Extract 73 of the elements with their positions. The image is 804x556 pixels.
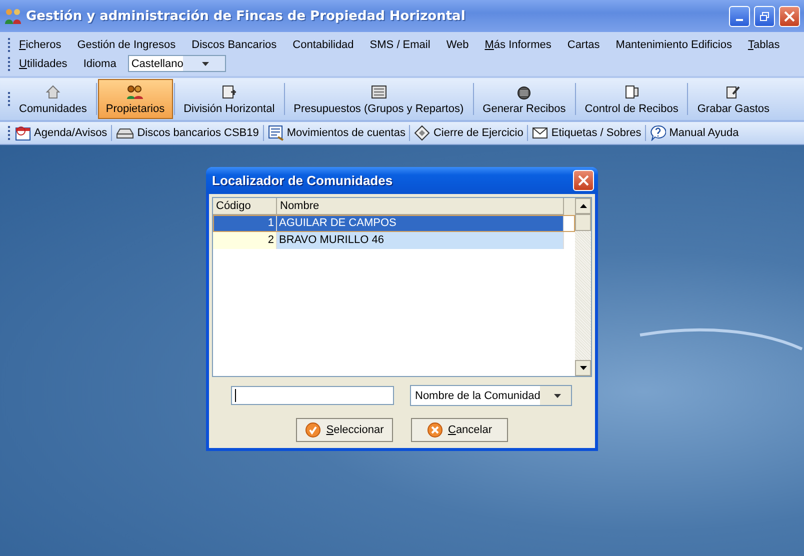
toolbar-button[interactable]: Control de Recibos xyxy=(576,79,686,119)
search-field[interactable] xyxy=(231,386,394,405)
toolbar-button[interactable]: Grabar Gastos xyxy=(689,79,778,119)
calendar-icon xyxy=(15,125,31,141)
toolbar-link[interactable]: Manual Ayuda xyxy=(646,123,743,143)
table-cell: 2 xyxy=(213,232,277,249)
grip-icon[interactable] xyxy=(8,56,11,72)
menu-item[interactable]: Contabilidad xyxy=(284,38,362,50)
menu-item[interactable]: Gestión de Ingresos xyxy=(69,38,184,50)
house-icon xyxy=(44,84,61,100)
toolbar-button[interactable]: Propietarios xyxy=(98,79,173,119)
minimize-button[interactable] xyxy=(729,6,750,26)
close-icon xyxy=(578,175,589,186)
menu-item[interactable]: Ficheros xyxy=(11,38,70,50)
select-button[interactable]: Seleccionar xyxy=(296,418,393,442)
close-icon xyxy=(784,10,795,22)
menu-item[interactable]: SMS / Email xyxy=(362,38,438,50)
restore-icon xyxy=(759,10,770,22)
toolbar-button[interactable]: Generar Recibos xyxy=(474,79,574,119)
pencil-icon xyxy=(725,84,742,100)
menu-item[interactable]: Discos Bancarios xyxy=(184,38,285,50)
app-logo-icon xyxy=(4,7,22,25)
restore-button[interactable] xyxy=(754,6,775,26)
grip-icon[interactable] xyxy=(8,91,11,107)
dropdown-arrow-icon xyxy=(554,394,562,398)
check-icon xyxy=(305,422,322,438)
drive-icon xyxy=(116,127,134,139)
text-cursor-icon xyxy=(235,389,236,402)
toolbar-link[interactable]: Etiquetas / Sobres xyxy=(528,123,646,143)
table-cell: BRAVO MURILLO 46 xyxy=(277,232,564,249)
toolbar-link[interactable]: Movimientos de cuentas xyxy=(264,123,410,143)
dialog-title: Localizador de Comunidades xyxy=(212,173,394,188)
menu-item[interactable]: Cartas xyxy=(559,38,608,50)
toolbar-button[interactable]: Comunidades xyxy=(11,79,95,119)
toolbar-button[interactable]: División Horizontal xyxy=(176,79,283,119)
toolbar-link[interactable]: Discos bancarios CSB19 xyxy=(112,123,263,143)
column-header[interactable]: Código xyxy=(213,198,277,215)
table-cell: 1 xyxy=(213,215,277,232)
coin-icon xyxy=(517,86,532,100)
binder-icon xyxy=(624,84,640,100)
language-label: Idioma xyxy=(82,58,118,70)
help-icon xyxy=(650,125,666,141)
cancel-icon xyxy=(426,422,443,438)
close-button[interactable] xyxy=(573,170,594,191)
scroll-up-icon xyxy=(580,204,586,208)
cancel-button[interactable]: Cancelar xyxy=(411,418,508,442)
search-by-dropdown[interactable]: Nombre de la Comunidad xyxy=(410,385,572,406)
scroll-down-icon xyxy=(580,366,586,370)
menu-item[interactable]: Web xyxy=(438,38,477,50)
grip-icon[interactable] xyxy=(8,125,11,141)
envelope-icon xyxy=(532,127,548,139)
grip-icon[interactable] xyxy=(8,36,11,52)
people-icon xyxy=(126,84,144,100)
toolbar-button[interactable]: Presupuestos (Grupos y Repartos) xyxy=(286,79,472,119)
toolbar-link[interactable]: Cierre de Ejercicio xyxy=(410,123,528,143)
document-icon xyxy=(221,84,238,100)
column-header[interactable]: Nombre xyxy=(277,198,564,215)
table-cell: AGUILAR DE CAMPOS xyxy=(277,215,564,232)
toolbar-link[interactable]: Agenda/Avisos xyxy=(11,123,112,143)
menu-item[interactable]: Mantenimiento Edificios xyxy=(608,38,740,50)
close-button[interactable] xyxy=(779,6,800,26)
minimize-icon xyxy=(736,19,743,21)
diamond-icon xyxy=(414,125,430,141)
scroll-thumb[interactable] xyxy=(575,214,591,231)
list-icon xyxy=(268,125,284,141)
menu-item[interactable]: Más Informes xyxy=(476,38,560,50)
scrollbar[interactable] xyxy=(575,198,591,376)
menu-item[interactable]: Tablas xyxy=(740,38,788,50)
calculator-icon xyxy=(370,84,387,100)
dropdown-arrow-icon xyxy=(202,62,209,66)
menu-item[interactable]: Utilidades xyxy=(11,58,76,70)
language-dropdown[interactable]: Castellano xyxy=(128,55,226,72)
window-title: Gestión y administración de Fincas de Propiedad Horizontal xyxy=(26,8,466,24)
